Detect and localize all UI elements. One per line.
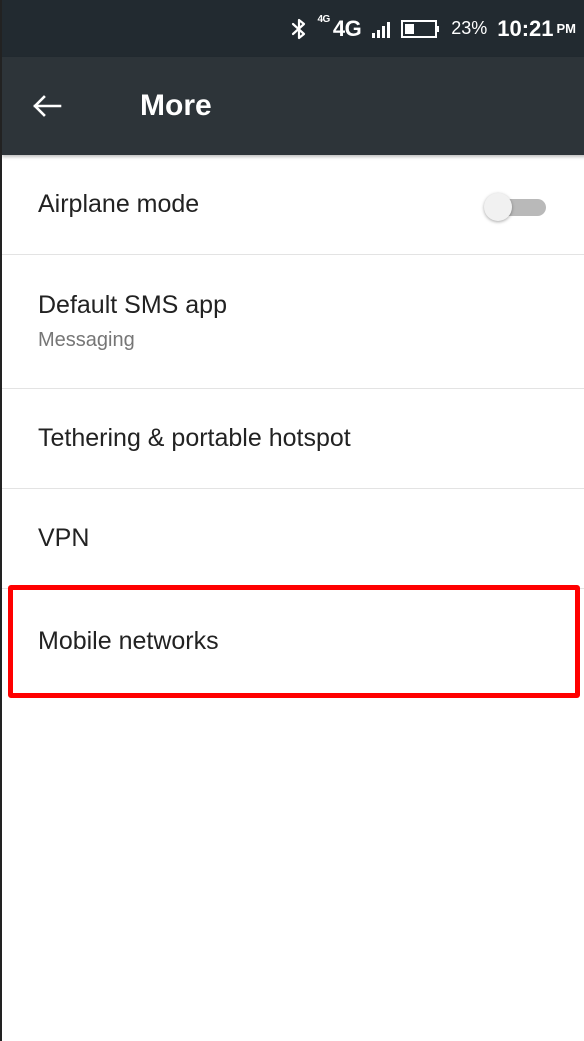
signal-bars-icon [371, 19, 391, 39]
setting-mobile-networks[interactable]: Mobile networks [2, 589, 584, 693]
clock-time: 10:21 [497, 15, 554, 41]
setting-airplane-mode[interactable]: Airplane mode [2, 155, 584, 255]
clock-ampm: PM [556, 21, 577, 36]
setting-title: VPN [38, 524, 90, 552]
bluetooth-icon [291, 17, 307, 41]
battery-percent: 23% [451, 18, 488, 38]
clock: 10:21 PM [497, 16, 576, 42]
network-type-label: 4G [332, 15, 362, 41]
network-type-small: 4G [317, 14, 330, 25]
setting-title: Tethering & portable hotspot [38, 424, 351, 452]
network-type-indicator: 4G 4G [317, 14, 362, 42]
setting-title: Mobile networks [38, 626, 219, 655]
setting-default-sms-app[interactable]: Default SMS app Messaging [2, 255, 584, 389]
setting-title: Default SMS app [38, 291, 227, 319]
airplane-mode-toggle[interactable] [484, 193, 548, 221]
status-bar: 4G 4G 23% 10:21 PM [2, 0, 584, 57]
setting-tethering-hotspot[interactable]: Tethering & portable hotspot [2, 389, 584, 489]
settings-list: Airplane mode Default SMS app Messaging … [2, 155, 584, 693]
arrow-back-icon [32, 94, 62, 118]
toggle-thumb [484, 193, 512, 221]
app-bar: More [2, 57, 584, 155]
setting-subtitle: Messaging [38, 329, 135, 351]
battery-icon [401, 19, 441, 39]
page-title: More [140, 89, 212, 122]
phone-screen: 4G 4G 23% 10:21 PM More Airplane mode De… [0, 0, 584, 1041]
setting-vpn[interactable]: VPN [2, 489, 584, 589]
back-button[interactable] [32, 57, 102, 155]
